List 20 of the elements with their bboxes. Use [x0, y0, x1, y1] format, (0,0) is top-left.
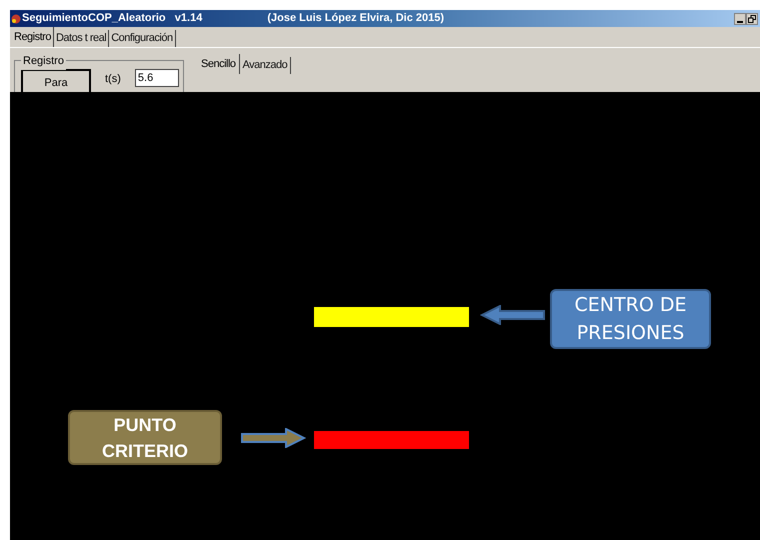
- group-title: Registro: [21, 53, 66, 70]
- minimize-button[interactable]: [734, 12, 746, 24]
- app-icon: [11, 14, 21, 24]
- window-author: (Jose Luis López Elvira, Dic 2015): [267, 11, 444, 26]
- callout-label: PUNTO CRITERIO: [68, 410, 222, 465]
- window-title: SeguimientoCOP_Aleatorio v1.14: [22, 11, 202, 26]
- field-label: t(s): [105, 72, 121, 87]
- tab[interactable]: Datos t real: [54, 30, 110, 47]
- restore-icon: [748, 14, 756, 22]
- tab[interactable]: Registro: [12, 27, 54, 47]
- time-field[interactable]: 5.6: [134, 69, 179, 87]
- minimize-icon: [737, 20, 743, 22]
- right-arrow-icon: [240, 428, 306, 448]
- left-arrow-icon: [480, 305, 546, 325]
- tab[interactable]: Avanzado: [240, 57, 292, 74]
- tab[interactable]: Sencillo: [198, 54, 240, 74]
- callout-label: CENTRO DE PRESIONES: [550, 289, 711, 349]
- tab[interactable]: Configuración: [109, 30, 176, 47]
- restore-button[interactable]: [746, 12, 758, 24]
- stop-button[interactable]: Para: [21, 69, 91, 92]
